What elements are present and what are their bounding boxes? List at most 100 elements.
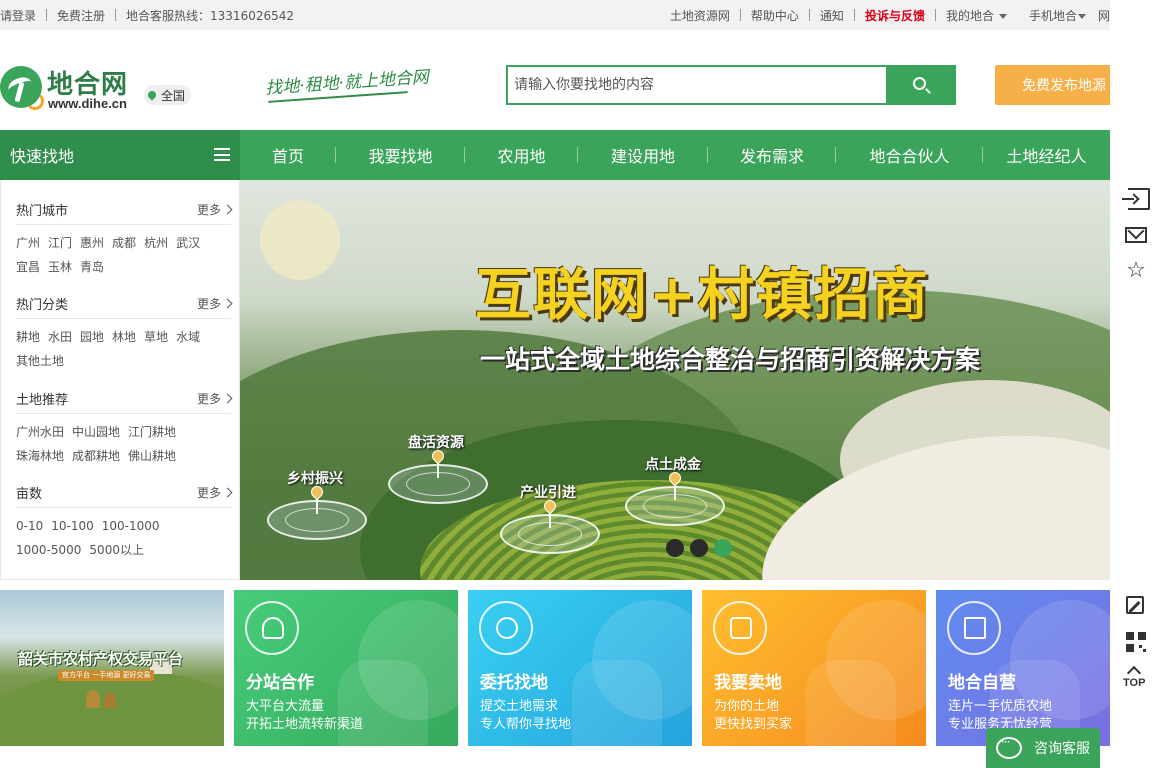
map-marker (625, 469, 725, 526)
section-title: 热门分类 (16, 298, 69, 313)
login-icon[interactable] (1122, 188, 1150, 210)
more-link[interactable]: 更多 (197, 201, 233, 218)
more-link[interactable]: 更多 (197, 295, 233, 312)
more-link[interactable]: 更多 (197, 390, 233, 407)
acreage-link[interactable]: 0-10 (16, 514, 43, 538)
magnifier-document-icon (479, 601, 533, 655)
shaoguan-promo-card[interactable]: 韶关市农村产权交易平台 官方平台 一手地源 更好交易 (0, 590, 224, 746)
carousel-dot[interactable] (666, 539, 684, 557)
location-pin-icon (146, 89, 158, 101)
complaint-feedback-link[interactable]: 投诉与反馈 (865, 7, 925, 24)
chevron-down-icon (1077, 13, 1086, 19)
chat-bubble-icon (996, 735, 1022, 759)
card-desc-line2: 开拓土地流转新渠道 (246, 717, 364, 732)
nav-farmland[interactable]: 农用地 (465, 130, 578, 180)
nav-home[interactable]: 首页 (240, 130, 336, 180)
recommend-link[interactable]: 江门耕地 (128, 420, 176, 444)
main-nav: 快速找地 首页 我要找地 农用地 建设用地 发布需求 地合合伙人 土地经纪人 (0, 130, 1110, 180)
header: 地合网 www.dihe.cn 全国 找地·租地·就上地合网 免费发布地源 (0, 30, 1125, 130)
nav-construction-land[interactable]: 建设用地 (578, 130, 708, 180)
recommend-link[interactable]: 佛山耕地 (128, 444, 176, 468)
card-desc-line1: 大平台大流量 (246, 699, 325, 714)
city-link[interactable]: 江门 (48, 231, 72, 255)
recommend-link[interactable]: 成都耕地 (72, 444, 120, 468)
mobile-dihe-label: 手机地合 (1028, 8, 1077, 23)
city-link[interactable]: 杭州 (144, 231, 168, 255)
promo-tagline: 官方平台 一手地源 更好交易 (58, 670, 155, 681)
card-title: 分站合作 (246, 673, 314, 693)
region-selector[interactable]: 全国 (144, 85, 192, 105)
land-resource-link[interactable]: 土地资源网 (670, 7, 730, 24)
banner-title: 互联网+村镇招商 (475, 262, 930, 328)
promo-haystack (86, 690, 100, 708)
page: 请登录 免费注册 地合客服热线：13316026542 土地资源网 帮助中心 通… (0, 0, 1160, 768)
consult-service-button[interactable]: 咨询客服 (986, 728, 1100, 768)
city-link[interactable]: 武汉 (176, 231, 200, 255)
back-to-top-button[interactable]: TOP (1123, 677, 1145, 689)
carousel-dot-active[interactable] (714, 539, 732, 557)
category-link[interactable]: 林地 (112, 325, 136, 349)
section-title: 土地推荐 (16, 393, 69, 408)
card-sell-land[interactable]: 我要卖地 为你的土地 更快找到买家 (702, 590, 926, 746)
mobile-dihe-dropdown[interactable]: 手机地合 (1029, 7, 1086, 24)
card-branch-cooperation[interactable]: 分站合作 大平台大流量 开拓土地流转新渠道 (234, 590, 458, 746)
card-entrust-find-land[interactable]: 委托找地 提交土地需求 专人帮你寻找地 (468, 590, 692, 746)
card-desc-line1: 连片一手优质农地 (948, 699, 1053, 714)
category-link[interactable]: 水田 (48, 325, 72, 349)
search-input[interactable] (506, 65, 888, 105)
carousel-dots (666, 539, 738, 557)
category-link[interactable]: 其他土地 (16, 349, 64, 373)
category-link[interactable]: 园地 (80, 325, 104, 349)
category-link[interactable]: 耕地 (16, 325, 40, 349)
notice-link[interactable]: 通知 (820, 7, 844, 24)
recommend-link[interactable]: 中山园地 (72, 420, 120, 444)
carousel-dot[interactable] (690, 539, 708, 557)
acreage-link[interactable]: 100-1000 (102, 514, 160, 538)
category-link[interactable]: 草地 (144, 325, 168, 349)
publish-land-button[interactable]: 免费发布地源 (995, 65, 1125, 105)
city-link[interactable]: 青岛 (80, 255, 104, 279)
edit-icon[interactable] (1126, 596, 1144, 614)
city-link[interactable]: 惠州 (80, 231, 104, 255)
nav-partner[interactable]: 地合合伙人 (836, 130, 983, 180)
city-link[interactable]: 宜昌 (16, 255, 40, 279)
acreage-link[interactable]: 5000以上 (89, 538, 144, 562)
hero-banner[interactable]: 互联网+村镇招商 一站式全域土地综合整治与招商引资解决方案 乡村振兴 盘活资源 … (240, 180, 1110, 580)
city-link[interactable]: 广州 (16, 231, 40, 255)
more-link[interactable]: 更多 (197, 484, 233, 501)
nav-post-demand[interactable]: 发布需求 (708, 130, 836, 180)
nav-list: 首页 我要找地 农用地 建设用地 发布需求 地合合伙人 土地经纪人 (240, 130, 1110, 180)
hot-cities-section: 热门城市 更多 广州 江门 惠州 成都 杭州 武汉 宜昌 玉林 青岛 (16, 195, 233, 279)
acreage-link[interactable]: 1000-5000 (16, 538, 81, 562)
recommend-link[interactable]: 广州水田 (16, 420, 64, 444)
category-sidebar: 热门城市 更多 广州 江门 惠州 成都 杭州 武汉 宜昌 玉林 青岛 热门分类 … (0, 180, 240, 580)
site-nav-link[interactable]: 网 (1098, 7, 1110, 24)
city-link[interactable]: 玉林 (48, 255, 72, 279)
my-dihe-dropdown[interactable]: 我的地合 (946, 7, 1007, 24)
register-link[interactable]: 免费注册 (57, 7, 105, 24)
site-logo[interactable]: 地合网 www.dihe.cn (0, 64, 140, 114)
category-link[interactable]: 水域 (176, 325, 200, 349)
recommend-link[interactable]: 珠海林地 (16, 444, 64, 468)
help-center-link[interactable]: 帮助中心 (751, 7, 799, 24)
map-marker (388, 447, 488, 504)
land-sign-icon (713, 601, 767, 655)
login-link[interactable]: 请登录 (0, 7, 36, 24)
card-self-operated[interactable]: 地合自营 连片一手优质农地 专业服务无忧经营 (936, 590, 1110, 746)
search-button[interactable] (886, 65, 956, 105)
city-link[interactable]: 成都 (112, 231, 136, 255)
card-title: 委托找地 (480, 673, 548, 693)
chevron-right-icon (222, 487, 233, 498)
quick-find-menu[interactable]: 快速找地 (0, 130, 240, 180)
card-bg-shape (338, 660, 428, 746)
acreage-section: 亩数 更多 0-10 10-100 100-1000 1000-5000 500… (16, 478, 233, 562)
card-title: 我要卖地 (714, 673, 782, 693)
partners-icon (245, 601, 299, 655)
nav-land-broker[interactable]: 土地经纪人 (983, 130, 1110, 180)
nav-find-land[interactable]: 我要找地 (336, 130, 465, 180)
star-icon[interactable]: ☆ (1125, 260, 1147, 282)
mail-icon[interactable] (1125, 227, 1147, 243)
qr-code-icon[interactable] (1126, 632, 1146, 652)
section-title: 亩数 (16, 487, 43, 502)
acreage-link[interactable]: 10-100 (51, 514, 94, 538)
